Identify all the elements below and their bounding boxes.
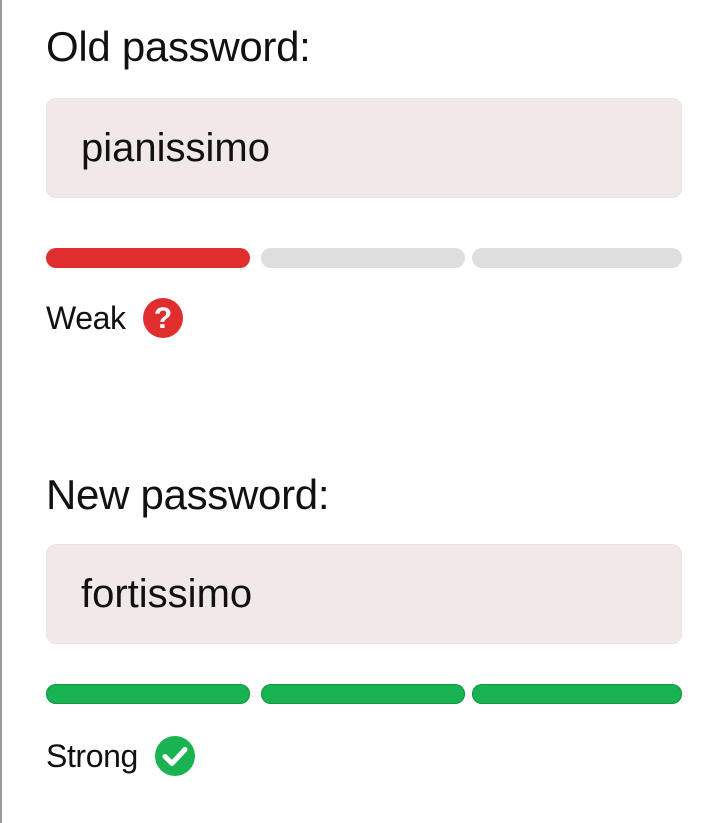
strength-segment-2 bbox=[261, 248, 465, 268]
old-password-strength-status: Weak ? bbox=[46, 296, 184, 340]
check-circle-icon bbox=[154, 735, 196, 777]
strength-label-strong: Strong bbox=[46, 738, 138, 774]
new-password-strength-meter bbox=[46, 684, 682, 704]
left-edge-divider bbox=[0, 0, 2, 823]
strength-segment-3 bbox=[472, 248, 682, 268]
old-password-strength-meter bbox=[46, 248, 682, 268]
old-password-input[interactable] bbox=[46, 98, 682, 198]
svg-text:?: ? bbox=[153, 302, 171, 335]
old-password-label: Old password: bbox=[46, 23, 311, 70]
strength-segment-1 bbox=[46, 248, 250, 268]
strength-label-weak: Weak bbox=[46, 300, 126, 336]
new-password-strength-status: Strong bbox=[46, 734, 196, 778]
strength-segment-2 bbox=[261, 684, 465, 704]
new-password-label: New password: bbox=[46, 471, 330, 518]
strength-segment-1 bbox=[46, 684, 250, 704]
strength-segment-3 bbox=[472, 684, 682, 704]
question-circle-icon[interactable]: ? bbox=[142, 297, 184, 339]
new-password-input[interactable] bbox=[46, 544, 682, 644]
